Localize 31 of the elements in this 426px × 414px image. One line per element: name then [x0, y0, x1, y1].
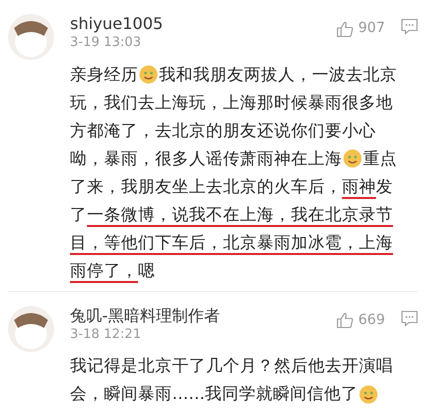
comment-text: 嗯: [138, 260, 155, 282]
like-count: 669: [358, 310, 385, 330]
comment-text: 亲身经历: [70, 64, 138, 86]
smiley-icon: [343, 149, 362, 168]
smiley-icon: [359, 384, 378, 404]
comment-icon[interactable]: [401, 18, 418, 35]
username[interactable]: 兔叽-黑暗料理制作者: [70, 306, 336, 325]
like-count: 907: [358, 19, 385, 38]
smiley-icon: [139, 65, 158, 84]
comment-text: 玩，我们去上海玩，上海那时候暴雨很多地: [70, 92, 393, 114]
comment-text: 雨停了，: [70, 260, 138, 282]
comment-icon[interactable]: [401, 310, 418, 327]
timestamp: 3-19 13:03: [70, 34, 142, 52]
avatar[interactable]: [8, 14, 54, 60]
comment-text: 我记得是北京干了几个月？然后他去开演唱: [70, 355, 393, 378]
avatar[interactable]: [8, 306, 54, 352]
comment-text: 了: [70, 204, 87, 226]
comment-text: 重点: [363, 148, 397, 170]
comment-text: 会，瞬间暴雨……我同学就瞬间信他了: [70, 383, 358, 406]
comment-text: 了来，我朋友坐上去北京的火车后，: [70, 176, 342, 198]
comment-text: 呦，暴雨，很多人谣传萧雨神在上海: [70, 148, 342, 170]
comment-text: 一条微博，说我不在上海，我在北京录节: [87, 204, 393, 226]
comment-text: 雨神: [342, 176, 376, 198]
thumbs-up-icon[interactable]: [336, 311, 354, 330]
timestamp: 3-18 12:21: [70, 326, 142, 344]
thumbs-up-icon[interactable]: [336, 20, 354, 38]
comment-text: 发: [376, 176, 393, 198]
comment-text: 我和我朋友两拔人，一波去北京: [159, 64, 397, 86]
comment-text: 方都淹了，去北京的朋友还说你们要小心: [70, 120, 376, 142]
username[interactable]: shiyue1005: [70, 14, 336, 34]
comment-text: 目，等他们下车后，北京暴雨加冰雹，上海: [70, 232, 393, 254]
